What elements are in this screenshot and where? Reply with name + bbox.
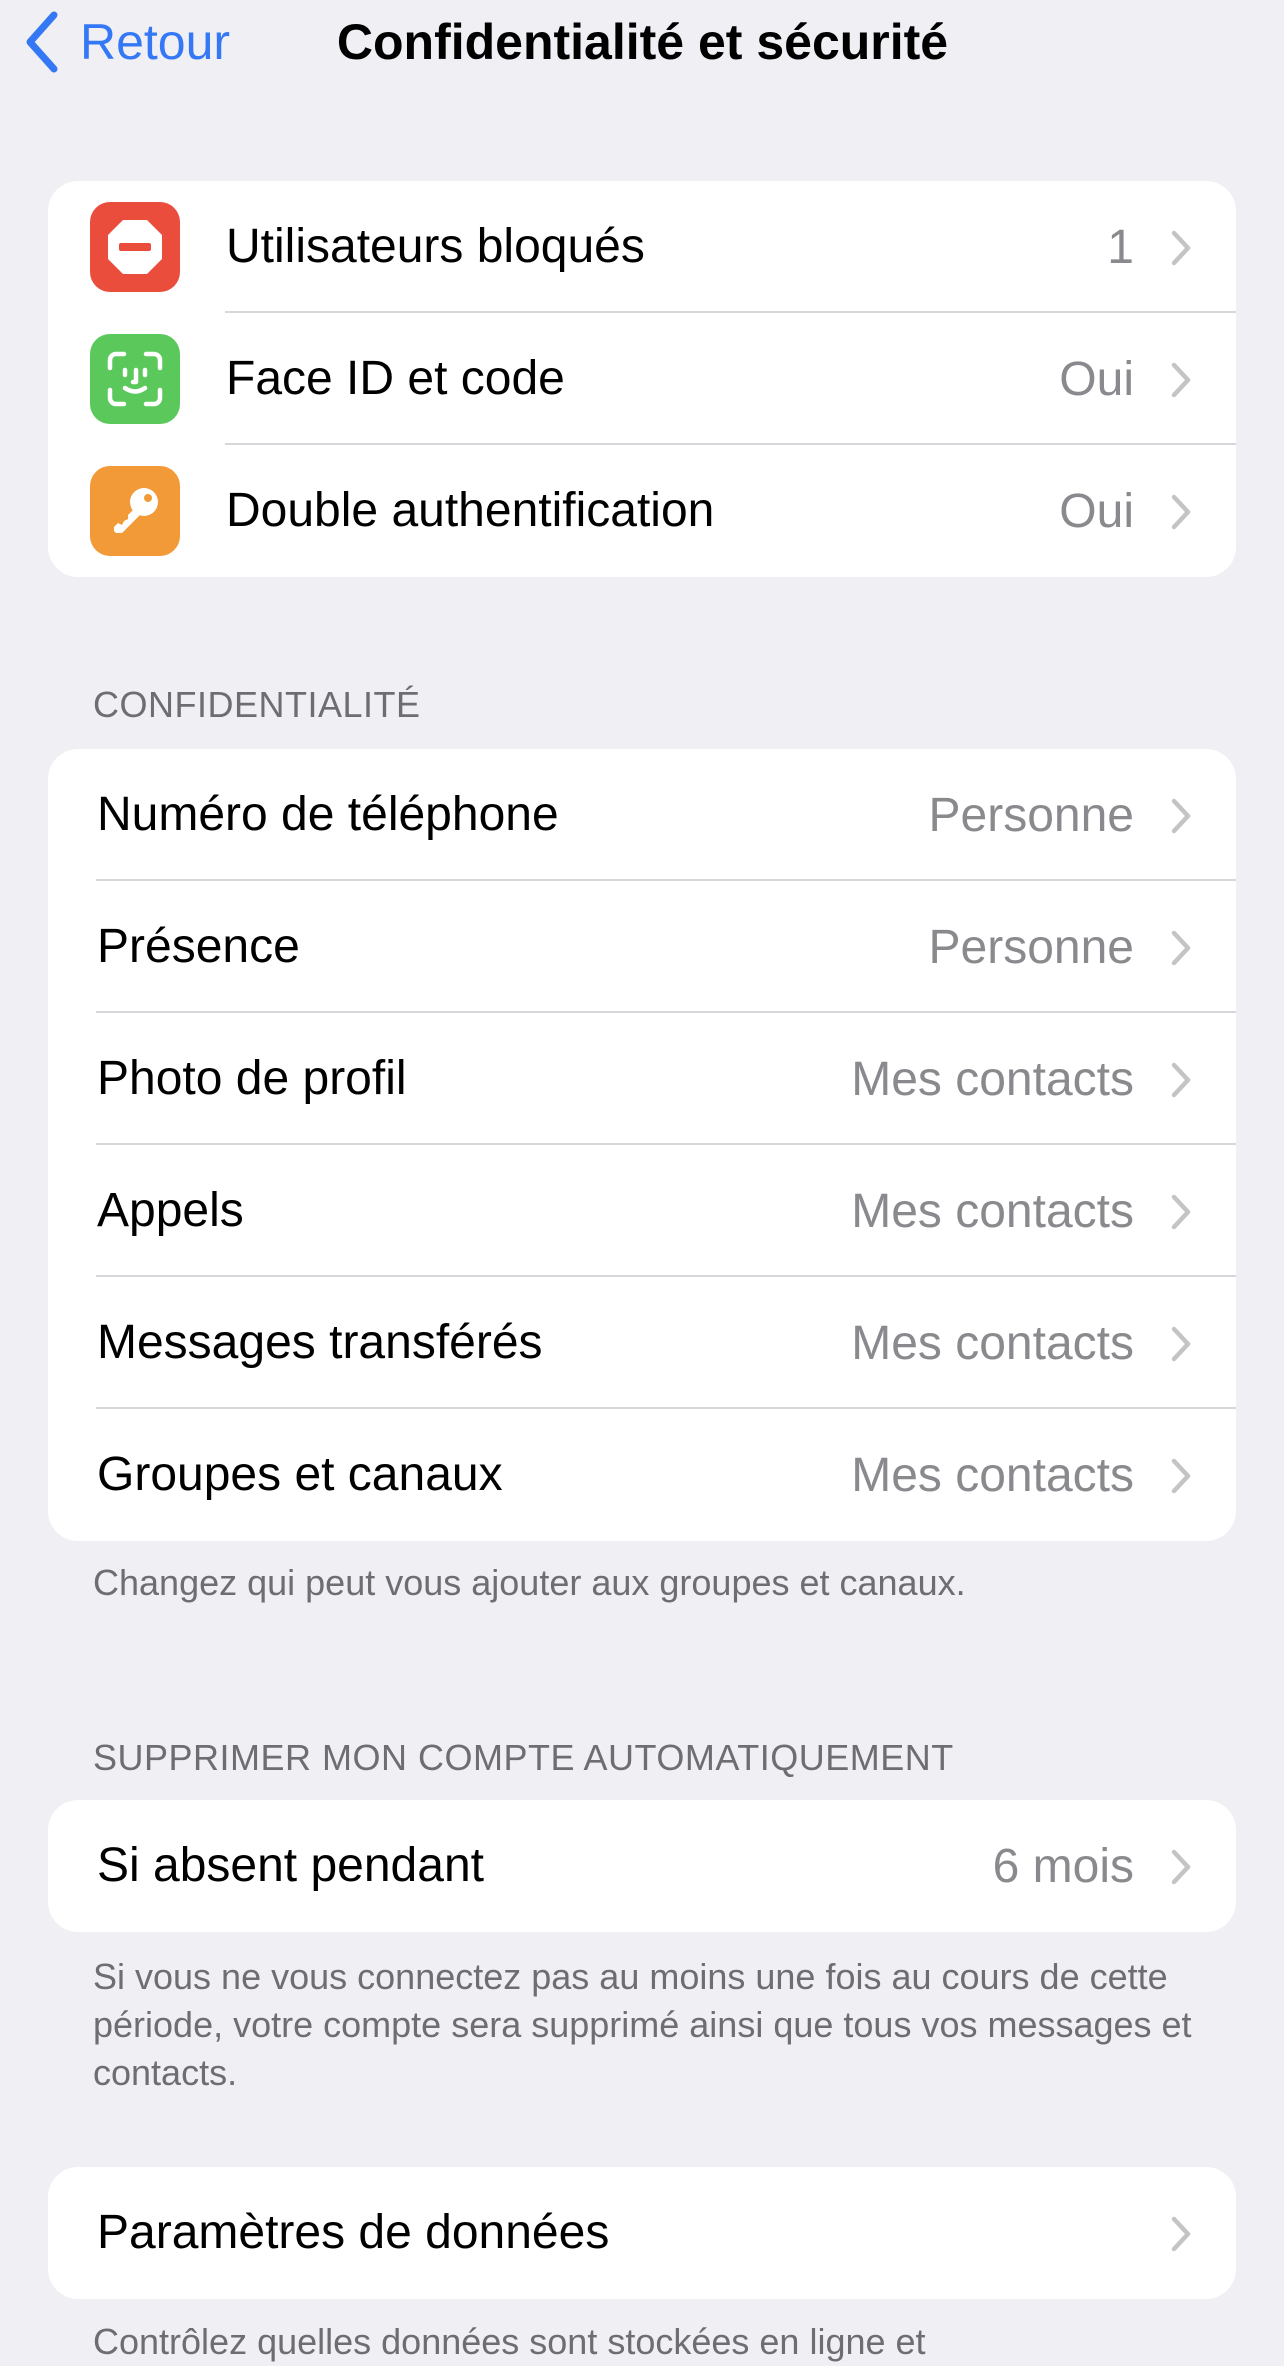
phone-number-row[interactable]: Numéro de téléphone Personne <box>48 749 1236 881</box>
data-settings-row[interactable]: Paramètres de données <box>48 2167 1236 2299</box>
chevron-right-icon <box>1171 1194 1191 1230</box>
face-id-value: Oui <box>1059 352 1134 406</box>
chevron-right-icon <box>1171 1326 1191 1362</box>
presence-row[interactable]: Présence Personne <box>48 881 1236 1013</box>
blocked-users-label: Utilisateurs bloqués <box>226 220 645 273</box>
forwarded-messages-label: Messages transférés <box>97 1316 543 1369</box>
security-group: Utilisateurs bloqués 1 Face ID et code O… <box>48 181 1236 577</box>
two-step-value: Oui <box>1059 484 1134 538</box>
presence-label: Présence <box>97 920 300 973</box>
if-away-for-label: Si absent pendant <box>97 1839 484 1892</box>
chevron-right-icon <box>1171 930 1191 966</box>
privacy-footer: Changez qui peut vous ajouter aux groupe… <box>93 1562 966 1603</box>
forwarded-messages-row[interactable]: Messages transférés Mes contacts <box>48 1277 1236 1409</box>
key-icon <box>90 466 180 556</box>
chevron-right-icon <box>1171 494 1191 530</box>
chevron-right-icon <box>1171 230 1191 266</box>
data-settings-group: Paramètres de données <box>48 2167 1236 2299</box>
face-id-label: Face ID et code <box>226 352 565 405</box>
forwarded-messages-value: Mes contacts <box>851 1316 1134 1370</box>
chevron-right-icon <box>1171 362 1191 398</box>
groups-channels-value: Mes contacts <box>851 1448 1134 1502</box>
chevron-right-icon <box>1171 798 1191 834</box>
face-id-icon <box>90 334 180 424</box>
presence-value: Personne <box>928 920 1134 974</box>
chevron-right-icon <box>1171 1849 1191 1885</box>
privacy-section-header: CONFIDENTIALITÉ <box>93 684 421 725</box>
phone-number-label: Numéro de téléphone <box>97 788 559 841</box>
two-step-label: Double authentification <box>226 484 715 537</box>
two-step-row[interactable]: Double authentification Oui <box>48 445 1236 577</box>
groups-channels-label: Groupes et canaux <box>97 1448 503 1501</box>
auto-delete-group: Si absent pendant 6 mois <box>48 1800 1236 1932</box>
profile-photo-value: Mes contacts <box>851 1052 1134 1106</box>
page-title: Confidentialité et sécurité <box>336 14 949 70</box>
chevron-right-icon <box>1171 2216 1191 2252</box>
calls-label: Appels <box>97 1184 244 1237</box>
groups-channels-row[interactable]: Groupes et canaux Mes contacts <box>48 1409 1236 1541</box>
calls-value: Mes contacts <box>851 1184 1134 1238</box>
calls-row[interactable]: Appels Mes contacts <box>48 1145 1236 1277</box>
data-settings-footer: Contrôlez quelles données sont stockées … <box>93 2321 926 2362</box>
if-away-for-row[interactable]: Si absent pendant 6 mois <box>48 1800 1236 1932</box>
privacy-group: Numéro de téléphone Personne Présence Pe… <box>48 749 1236 1541</box>
face-id-row[interactable]: Face ID et code Oui <box>48 313 1236 445</box>
navigation-bar: Retour Confidentialité et sécurité <box>0 0 1284 90</box>
profile-photo-label: Photo de profil <box>97 1052 407 1105</box>
profile-photo-row[interactable]: Photo de profil Mes contacts <box>48 1013 1236 1145</box>
if-away-for-value: 6 mois <box>992 1839 1134 1893</box>
blocked-users-value: 1 <box>1107 220 1134 274</box>
blocked-icon <box>90 202 180 292</box>
chevron-right-icon <box>1171 1458 1191 1494</box>
data-settings-label: Paramètres de données <box>97 2206 610 2259</box>
auto-delete-footer: Si vous ne vous connectez pas au moins u… <box>93 1956 1192 2093</box>
chevron-right-icon <box>1171 1062 1191 1098</box>
phone-number-value: Personne <box>928 788 1134 842</box>
auto-delete-section-header: SUPPRIMER MON COMPTE AUTOMATIQUEMENT <box>93 1737 954 1778</box>
blocked-users-row[interactable]: Utilisateurs bloqués 1 <box>48 181 1236 313</box>
